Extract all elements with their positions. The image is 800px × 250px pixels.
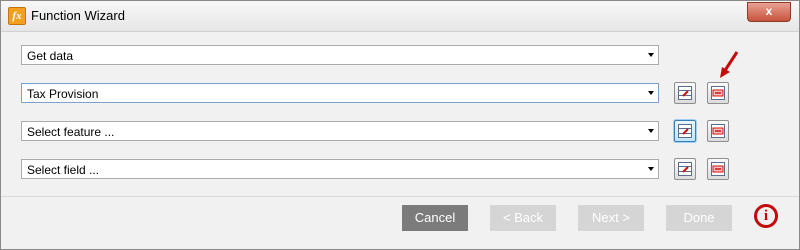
close-button[interactable]: x [747, 2, 791, 22]
chevron-down-icon [648, 167, 654, 171]
delete-row-button[interactable] [707, 158, 729, 180]
insert-row-button[interactable] [674, 158, 696, 180]
fx-icon: fx [8, 7, 26, 25]
insert-row-button[interactable] [674, 82, 696, 104]
chevron-down-icon [648, 53, 654, 57]
chevron-down-icon [648, 91, 654, 95]
insert-row-button[interactable] [674, 120, 696, 142]
dropdown-value: Get data [27, 49, 74, 63]
delete-row-icon [711, 124, 725, 138]
footer-divider [1, 196, 799, 197]
red-arrow-annotation [720, 51, 739, 78]
delete-row-button[interactable] [707, 82, 729, 104]
select-feature-dropdown[interactable]: Select feature ... [21, 121, 659, 141]
insert-row-icon [678, 124, 692, 138]
insert-row-icon [678, 86, 692, 100]
get-data-dropdown[interactable]: Get data [21, 45, 659, 65]
select-field-dropdown[interactable]: Select field ... [21, 159, 659, 179]
next-button[interactable]: Next > [578, 205, 644, 231]
delete-row-button[interactable] [707, 120, 729, 142]
chevron-down-icon [648, 129, 654, 133]
back-button[interactable]: < Back [490, 205, 556, 231]
title-bar: fx Function Wizard x [1, 1, 799, 32]
provision-dropdown[interactable]: Tax Provision [21, 83, 659, 103]
cancel-button[interactable]: Cancel [402, 205, 468, 231]
info-icon[interactable]: i [754, 204, 778, 228]
dropdown-value: Select feature ... [27, 125, 115, 139]
function-wizard-window: fx Function Wizard x Get data Tax Provis… [0, 0, 800, 250]
insert-row-icon [678, 162, 692, 176]
dropdown-value: Select field ... [27, 163, 100, 177]
dropdown-value: Tax Provision [27, 87, 99, 101]
done-button[interactable]: Done [666, 205, 732, 231]
delete-row-icon [711, 162, 725, 176]
delete-row-icon [711, 86, 725, 100]
window-title: Function Wizard [31, 8, 125, 23]
